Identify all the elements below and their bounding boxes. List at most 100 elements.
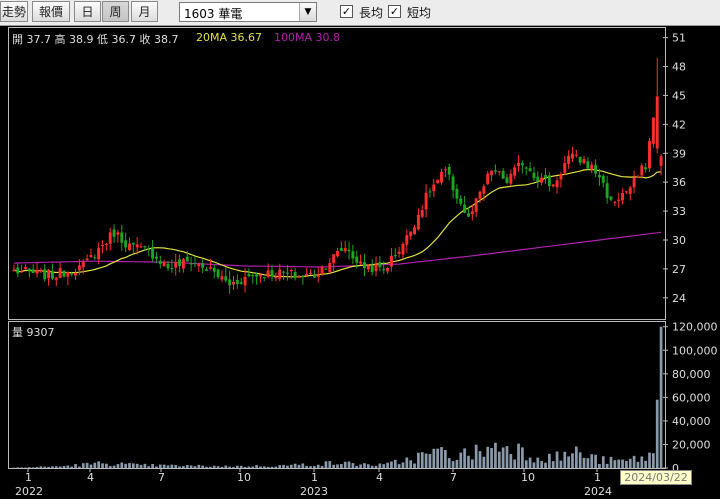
volume-bar	[401, 462, 405, 468]
volume-bar	[336, 464, 339, 468]
candle-body	[551, 184, 555, 187]
candle-body	[104, 243, 108, 245]
month-tick-label: 1	[25, 471, 32, 484]
candle-body	[224, 276, 228, 281]
candle-body	[81, 261, 85, 268]
candle-body	[632, 177, 636, 188]
volume-bar	[216, 466, 220, 468]
candle-body	[567, 155, 571, 164]
candle-body	[66, 272, 70, 277]
candle-body	[389, 255, 393, 267]
volume-bar	[420, 452, 424, 468]
volume-bar	[440, 447, 443, 468]
volume-bar	[58, 466, 62, 468]
candle-body	[609, 196, 613, 200]
volume-bar	[286, 465, 289, 468]
candle-body	[482, 186, 486, 194]
volume-bar	[382, 464, 386, 468]
candle-body	[586, 161, 590, 169]
volume-bar	[459, 452, 463, 468]
volume-bar	[178, 466, 181, 468]
candle-body	[12, 269, 16, 272]
volume-bar	[270, 466, 274, 468]
candle-body	[467, 213, 470, 217]
volume-bar	[474, 444, 478, 468]
volume-bar	[405, 457, 409, 468]
candle-body	[178, 259, 182, 267]
volume-bar	[293, 463, 297, 468]
candle-body	[97, 247, 101, 260]
candle-body	[370, 265, 374, 273]
candle-body	[278, 269, 282, 279]
candle-body	[397, 251, 401, 254]
candle-body	[336, 250, 339, 257]
volume-bar	[235, 465, 239, 468]
volume-bar	[47, 466, 50, 468]
candle-body	[536, 176, 540, 182]
candle-body	[312, 275, 316, 278]
price-tick-label: 39	[672, 147, 686, 160]
candle-body	[332, 254, 336, 264]
candle-body	[571, 153, 574, 159]
volume-bar	[501, 447, 505, 468]
ma20-line	[13, 168, 662, 278]
candle-body	[74, 272, 78, 276]
candle-body	[374, 264, 378, 272]
volume-bar	[559, 460, 563, 468]
volume-bar	[74, 464, 77, 468]
candle-body	[440, 171, 443, 183]
candle-body	[243, 276, 247, 286]
candle-body	[20, 271, 24, 273]
ohlc-readout: 開 37.7 高 38.9 低 36.7 收 38.7	[12, 33, 179, 46]
price-tick-label: 42	[672, 118, 686, 131]
volume-bar	[343, 461, 347, 468]
candle-body	[428, 191, 432, 193]
price-tick-label: 45	[672, 89, 686, 102]
candle-body	[297, 275, 301, 278]
candle-body	[143, 246, 147, 248]
candle-body	[70, 273, 74, 275]
volume-bar	[567, 456, 570, 468]
candle-body	[517, 162, 521, 167]
candle-body	[582, 159, 586, 164]
volume-bar	[482, 456, 486, 468]
volume-bar	[497, 451, 501, 468]
candle-body	[43, 269, 47, 280]
volume-bar	[393, 459, 397, 468]
candle-body	[162, 261, 166, 267]
stock-chart[interactable]: 24273033363942454851020,00040,00060,0008…	[0, 0, 720, 499]
month-tick-label: 4	[87, 471, 94, 484]
volume-bar	[116, 464, 120, 468]
volume-bar	[35, 466, 39, 468]
candle-body	[47, 269, 51, 279]
candle-body	[285, 272, 289, 274]
candle-body	[505, 177, 509, 183]
candle-body	[147, 249, 151, 251]
volume-bar	[54, 466, 58, 468]
volume-bar	[128, 463, 131, 468]
month-tick-label: 4	[376, 471, 383, 484]
volume-bar	[605, 463, 609, 468]
volume-bar	[101, 463, 104, 468]
volume-tick-label: 60,000	[672, 391, 711, 404]
volume-bar	[625, 460, 628, 468]
volume-bar	[340, 464, 343, 468]
volume-bar	[316, 464, 320, 468]
price-tick-label: 24	[672, 292, 686, 305]
volume-bar	[447, 458, 451, 468]
candle-body	[220, 276, 224, 280]
volume-bar	[305, 465, 309, 468]
volume-bar	[574, 446, 578, 468]
volume-bar	[251, 466, 255, 468]
candle-body	[112, 229, 116, 237]
volume-bar	[228, 466, 231, 468]
candle-body	[413, 227, 417, 235]
candle-body	[181, 259, 185, 269]
volume-bar	[517, 443, 520, 468]
volume-bar	[386, 462, 389, 468]
candle-body	[270, 270, 274, 277]
candle-body	[54, 277, 58, 281]
candle-body	[617, 199, 621, 202]
volume-bar	[490, 448, 493, 468]
volume-bar	[532, 462, 536, 468]
